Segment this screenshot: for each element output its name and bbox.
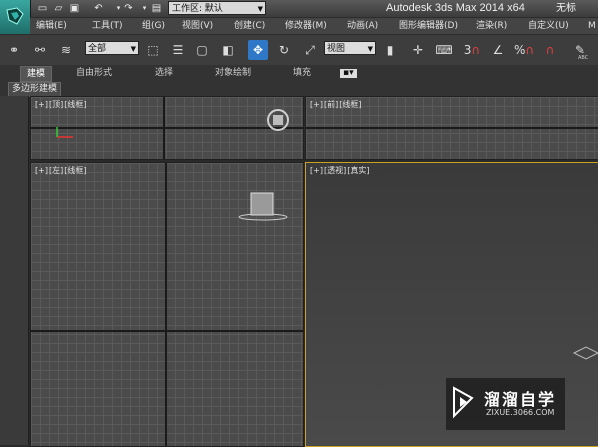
abc-label: ABC <box>578 55 589 61</box>
grid-axis-x <box>306 127 598 129</box>
select-and-scale-icon[interactable]: ⤢ <box>300 40 320 60</box>
app-menu-button[interactable] <box>0 0 31 34</box>
select-object-icon[interactable]: ⬚ <box>143 40 163 60</box>
window-crossing-icon[interactable]: ◧ <box>218 40 238 60</box>
grid-axis-x <box>31 330 303 332</box>
ribbon-subbar <box>0 82 598 96</box>
menu-tools[interactable]: 工具(T) <box>92 18 123 35</box>
select-and-move-icon[interactable]: ✥ <box>248 40 268 60</box>
keyboard-shortcut-override-icon[interactable]: ⌨ <box>434 40 454 60</box>
pivot-center-icon[interactable]: ▮ <box>380 40 400 60</box>
spinner-snap-icon[interactable]: ∩ <box>540 40 560 60</box>
workspace-dropdown[interactable]: 工作区: 默认 ▼ <box>168 1 266 15</box>
viewcube-icon[interactable] <box>265 107 291 133</box>
menu-bar: 编辑(E) 工具(T) 组(G) 视图(V) 创建(C) 修改器(M) 动画(A… <box>30 17 598 35</box>
ribbon-tabs: 建模 自由形式 选择 对象绘制 填充 ▪▾ <box>0 65 598 82</box>
viewport-front[interactable]: [+][前][线框] <box>305 96 598 160</box>
viewcube-icon[interactable] <box>572 341 598 365</box>
selection-filter-value: 全部 <box>88 44 107 54</box>
axis-tripod-icon <box>56 127 73 138</box>
tab-freeform[interactable]: 自由形式 <box>76 65 112 82</box>
new-file-icon[interactable]: ▭ <box>36 2 49 15</box>
document-title: 无标 <box>556 3 576 14</box>
main-toolbar: ⚭ ⚯ ≋ 全部 ▼ ⬚ ☰ ▢ ◧ ✥ ↻ ⤢ 视图 ▼ ▮ ✛ ⌨ 3∩ ∠… <box>0 34 598 66</box>
menu-rendering[interactable]: 渲染(R) <box>476 18 507 35</box>
viewcube-icon[interactable] <box>237 191 289 225</box>
ribbon-options-icon[interactable]: ▪▾ <box>340 69 357 78</box>
menu-animation[interactable]: 动画(A) <box>347 18 378 35</box>
tab-selection[interactable]: 选择 <box>155 65 173 82</box>
viewport-top[interactable]: [+][顶][线框] <box>30 96 304 160</box>
save-icon[interactable]: ▣ <box>68 2 81 15</box>
project-folder-icon[interactable]: ▤ <box>150 2 163 15</box>
redo-icon[interactable]: ↷ <box>122 2 135 15</box>
menu-group[interactable]: 组(G) <box>142 18 165 35</box>
menu-create[interactable]: 创建(C) <box>234 18 265 35</box>
viewport-label[interactable]: [+][顶][线框] <box>35 99 87 110</box>
grid-axis-y <box>163 97 165 159</box>
chevron-down-icon: ▼ <box>367 45 373 53</box>
rectangular-selection-icon[interactable]: ▢ <box>192 40 212 60</box>
select-by-name-icon[interactable]: ☰ <box>168 40 188 60</box>
3dsmax-logo-icon <box>6 7 24 25</box>
tab-object-paint[interactable]: 对象绘制 <box>215 65 251 82</box>
workspace-label: 工作区: 默认 <box>172 4 223 14</box>
watermark-title: 溜溜自学 <box>484 390 557 409</box>
watermark-logo-icon <box>453 386 474 419</box>
menu-modifiers[interactable]: 修改器(M) <box>285 18 327 35</box>
angle-snap-icon[interactable]: ∠ <box>488 40 508 60</box>
menu-maxscript[interactable]: M <box>588 18 596 35</box>
percent-snap-label: % <box>514 43 526 57</box>
viewport-label[interactable]: [+][透视][真实] <box>310 165 370 176</box>
viewport-left[interactable]: [+][左][线框] <box>30 162 304 447</box>
watermark-url: ZIXUE.3066.COM <box>486 408 555 417</box>
unlink-icon[interactable]: ⚯ <box>30 40 50 60</box>
window-title: Autodesk 3ds Max 2014 x64 <box>386 2 525 14</box>
reference-coordinate-dropdown[interactable]: 视图 ▼ <box>324 41 376 55</box>
tab-populate[interactable]: 填充 <box>293 65 311 82</box>
tab-modeling[interactable]: 建模 <box>20 66 53 82</box>
reference-coordinate-value: 视图 <box>327 44 346 54</box>
menu-customize[interactable]: 自定义(U) <box>528 18 569 35</box>
percent-snap-icon[interactable]: %∩ <box>514 40 534 60</box>
menu-edit[interactable]: 编辑(E) <box>36 18 67 35</box>
viewport-label[interactable]: [+][左][线框] <box>35 165 87 176</box>
viewport-label[interactable]: [+][前][线框] <box>310 99 362 110</box>
grid-axis-y <box>165 163 167 446</box>
menu-views[interactable]: 视图(V) <box>182 18 213 35</box>
chevron-down-icon: ▼ <box>130 45 136 53</box>
bind-to-space-warp-icon[interactable]: ≋ <box>56 40 76 60</box>
select-and-link-icon[interactable]: ⚭ <box>4 40 24 60</box>
select-and-rotate-icon[interactable]: ↻ <box>274 40 294 60</box>
polygon-modeling-panel[interactable]: 多边形建模 <box>8 82 62 97</box>
selection-filter-dropdown[interactable]: 全部 ▼ <box>85 41 139 55</box>
open-file-icon[interactable]: ▱ <box>52 2 65 15</box>
ribbon-left-strip <box>0 96 29 445</box>
undo-icon[interactable]: ↶ <box>92 2 105 15</box>
menu-graph-editors[interactable]: 图形编辑器(D) <box>399 18 458 35</box>
select-and-manipulate-icon[interactable]: ✛ <box>408 40 428 60</box>
snaps-toggle-icon[interactable]: 3∩ <box>462 40 482 60</box>
chevron-down-icon: ▼ <box>257 5 263 13</box>
